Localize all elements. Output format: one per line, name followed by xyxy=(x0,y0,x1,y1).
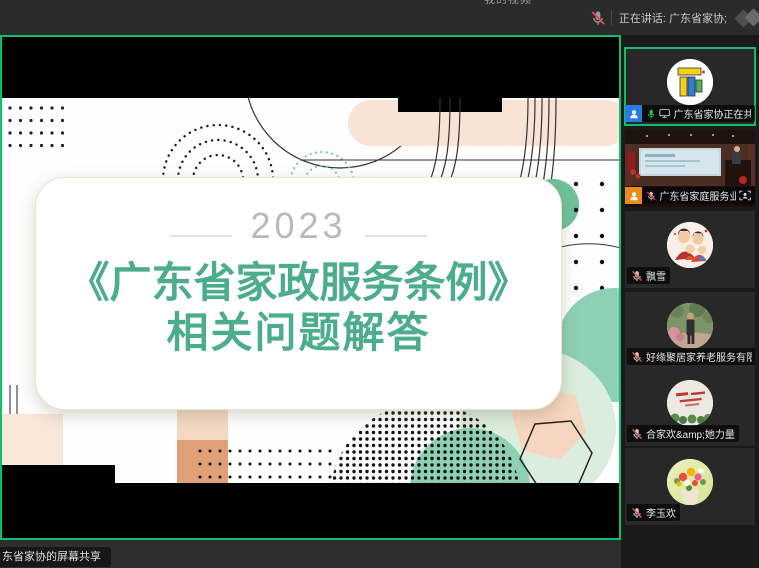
participant-label: 广东省家协正在共享 xyxy=(625,105,755,122)
org-logo-avatar xyxy=(667,59,713,105)
participant-tile-2[interactable]: 广东省家庭服务业... xyxy=(625,130,755,207)
meeting-window: 我的视频 正在讲话: 广东省家协; xyxy=(0,0,759,568)
participant-tile-6[interactable]: 李玉欢 xyxy=(625,448,755,525)
participant-name: 好缘聚居家养老服务有限公... xyxy=(646,349,752,364)
participant-name: 广东省家庭服务业... xyxy=(659,188,735,203)
mic-muted-icon xyxy=(631,270,643,282)
participants-sidebar: 广东省家协正在共享 xyxy=(621,35,759,568)
mic-muted-icon xyxy=(646,190,656,202)
mic-on-icon xyxy=(646,108,656,120)
slide-year-row: 2023 xyxy=(170,208,426,244)
participant-tile-4[interactable]: 好缘聚居家养老服务有限公... xyxy=(625,292,755,369)
share-tooltip: 东省家协的屏幕共享 xyxy=(0,547,111,567)
participant-label: 合家欢&amp;她力量 xyxy=(627,425,739,442)
participant-name: 合家欢&amp;她力量 xyxy=(646,426,735,441)
slide-title-line2: 相关问题解答 xyxy=(166,308,430,358)
black-block-bottom-left xyxy=(0,465,115,483)
focus-view-icon[interactable] xyxy=(739,189,751,202)
mic-muted-icon xyxy=(631,428,643,440)
slide-title-card: 2023 《广东省家政服务条例》 相关问题解答 xyxy=(35,177,562,410)
participant-name: 飘雪 xyxy=(646,268,666,283)
member-badge-icon xyxy=(625,105,642,122)
cartoon-family-avatar xyxy=(667,222,713,268)
participant-label: 好缘聚居家养老服务有限公... xyxy=(627,348,755,365)
participant-name: 李玉欢 xyxy=(646,505,676,520)
participant-tile-5[interactable]: 合家欢&amp;她力量 xyxy=(625,369,755,446)
shared-screen-area: 2023 《广东省家政服务条例》 相关问题解答 xyxy=(0,35,621,540)
mic-muted-icon xyxy=(631,507,643,519)
speaking-status: 正在讲话: 广东省家协; xyxy=(619,10,727,26)
flower-bouquet-avatar xyxy=(667,459,713,505)
slide-title-line1: 《广东省家政服务条例》 xyxy=(67,258,529,308)
window-title-clipped: 我的视频 xyxy=(448,0,568,4)
participant-label: 飘雪 xyxy=(627,267,670,284)
mic-muted-icon xyxy=(631,351,643,363)
mic-muted-icon xyxy=(590,10,606,26)
top-bar: 我的视频 正在讲话: 广东省家协; xyxy=(0,0,759,35)
screen-share-icon xyxy=(659,108,670,119)
backdrop-wall-avatar xyxy=(667,380,713,426)
double-diamond-logo-icon xyxy=(735,7,759,29)
participant-label: 李玉欢 xyxy=(627,504,680,521)
divider xyxy=(611,10,612,25)
light-peach-block xyxy=(177,408,228,440)
person-outdoors-avatar xyxy=(667,303,713,349)
member-badge-icon xyxy=(625,187,642,204)
participant-label: 广东省家庭服务业... xyxy=(625,187,755,204)
participant-tile-1[interactable]: 广东省家协正在共享 xyxy=(625,48,755,125)
slide-year: 2023 xyxy=(250,208,346,244)
participant-tile-3[interactable]: 飘雪 xyxy=(625,211,755,288)
participant-name: 广东省家协正在共享 xyxy=(674,106,751,121)
